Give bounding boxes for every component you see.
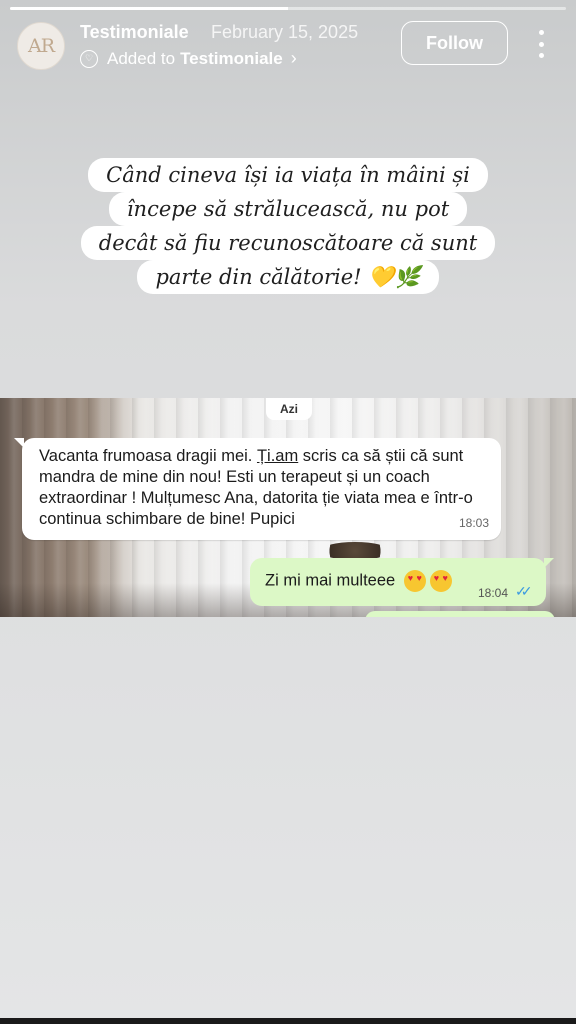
outgoing-message-bubble-partial xyxy=(365,611,555,617)
added-to-label: Added to xyxy=(107,48,176,68)
quote-line: începe să strălucească, nu pot xyxy=(108,192,468,226)
quote-text: Când cineva își ia viața în mâini și înc… xyxy=(40,158,536,294)
highlight-name: Testimoniale xyxy=(180,48,283,68)
message-time: 18:03 xyxy=(458,516,489,530)
story-header: AR Testimoniale February 15, 2025 ♡ Adde… xyxy=(0,12,576,82)
story-progress-fill xyxy=(10,7,288,10)
account-name[interactable]: Testimoniale xyxy=(80,22,189,43)
message-text-content: Zi mi mai multeee xyxy=(265,571,396,590)
day-label: Azi xyxy=(266,398,312,420)
chat-screenshot-image: Azi Vacanta frumoasa dragii mei. Ți.am s… xyxy=(0,398,576,617)
bottom-edge xyxy=(0,1018,576,1024)
message-text: Zi mi mai multeee xyxy=(265,570,452,592)
follow-button[interactable]: Follow xyxy=(401,21,508,65)
outgoing-message-bubble: Zi mi mai multeee 18:04 ✓✓ xyxy=(250,558,554,606)
post-date: February 15, 2025 xyxy=(211,22,359,42)
story-progress-bar xyxy=(10,7,566,10)
incoming-message-bubble: Vacanta frumoasa dragii mei. Ți.am scris… xyxy=(14,438,501,540)
chevron-right-icon: › xyxy=(290,48,297,68)
highlight-icon: ♡ xyxy=(80,49,98,68)
quote-line: decât să fiu recunoscătoare că sunt xyxy=(80,226,496,260)
quote-line: parte din călătorie! 💛🌿 xyxy=(137,260,439,294)
avatar[interactable]: AR xyxy=(17,22,65,70)
message-link: Ți.am xyxy=(256,447,299,465)
heart-eyes-emoji-icon xyxy=(429,570,452,592)
quote-line: Când cineva își ia viața în mâini și xyxy=(88,158,488,192)
message-time: 18:04 xyxy=(478,586,509,600)
read-receipt-icon: ✓✓ xyxy=(515,583,533,599)
heart-eyes-emoji-icon xyxy=(403,570,426,592)
more-vertical-icon[interactable] xyxy=(528,30,554,58)
added-to-highlight-link[interactable]: ♡ Added to Testimoniale › xyxy=(80,48,297,69)
message-text: Vacanta frumoasa dragii mei. xyxy=(39,447,257,465)
